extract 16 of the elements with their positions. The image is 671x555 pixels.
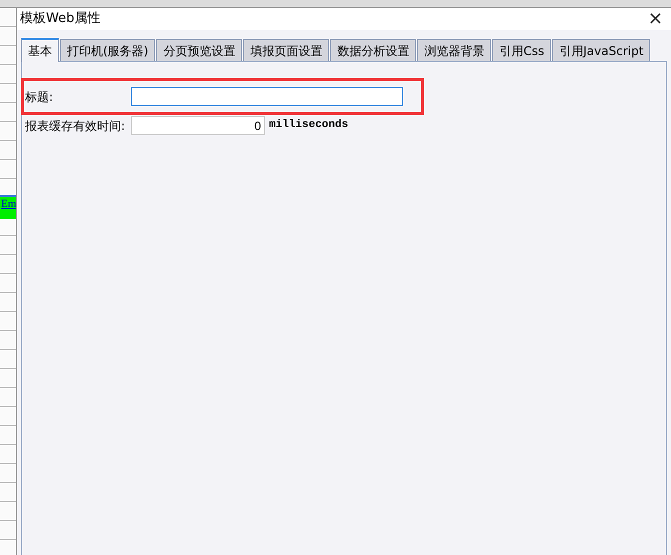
tab[interactable]: 打印机(服务器) xyxy=(60,39,156,61)
input-field[interactable] xyxy=(131,87,403,106)
unit-label: milliseconds xyxy=(269,118,348,134)
tab[interactable]: 填报页面设置 xyxy=(243,39,330,61)
tab[interactable]: 分页预览设置 xyxy=(156,39,242,61)
field-label: 报表缓存有效时间: xyxy=(25,118,126,134)
tab[interactable]: 基本 xyxy=(21,38,59,62)
tab[interactable]: 引用JavaScript xyxy=(552,39,650,61)
field-label: 标题: xyxy=(25,88,54,106)
tab[interactable]: 数据分析设置 xyxy=(330,39,416,61)
tab[interactable]: 浏览器背景 xyxy=(417,39,492,61)
window-title: 模板Web属性 xyxy=(20,10,100,28)
input-field[interactable]: 0 xyxy=(131,116,265,135)
tab[interactable]: 引用Css xyxy=(492,39,552,61)
link[interactable]: Em xyxy=(0,197,16,211)
close-button[interactable]: × xyxy=(640,10,671,28)
